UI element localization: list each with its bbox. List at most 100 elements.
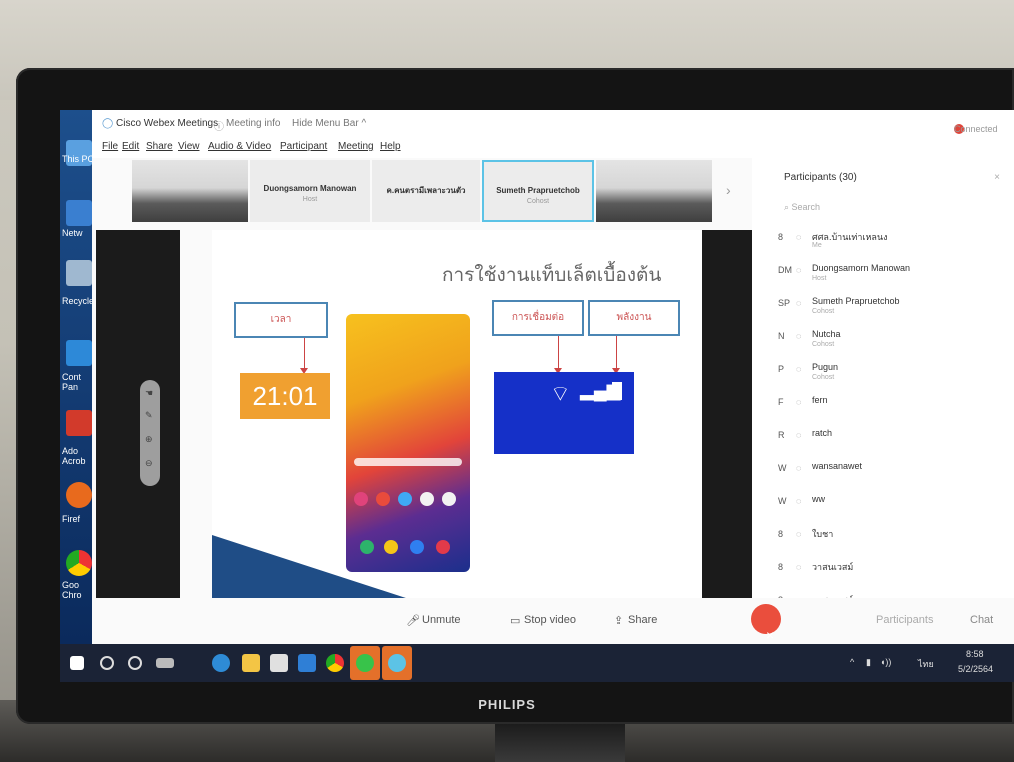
avatar: W — [778, 463, 787, 473]
video-tile-classroom[interactable] — [596, 160, 712, 222]
windows-start-icon[interactable] — [70, 656, 84, 670]
participant-row[interactable]: DM ◌ Duongsamorn Manowan Host — [752, 259, 1014, 291]
chrome-icon[interactable] — [326, 654, 344, 672]
zoom-out-icon[interactable]: ⊖ — [145, 458, 153, 469]
participant-row[interactable]: 8 ◌ ศศล.บ้านเท่าเหลนง Me — [752, 226, 1014, 258]
edge-icon[interactable] — [212, 654, 230, 672]
clock-time[interactable]: 8:58 — [966, 649, 984, 659]
chevron-right-icon[interactable]: › — [726, 182, 731, 198]
participant-row[interactable]: F ◌ fern — [752, 391, 1014, 423]
language-indicator[interactable]: ไทย — [918, 657, 934, 671]
unmute-button[interactable]: Unmute — [422, 614, 461, 626]
share-margin-left — [96, 230, 180, 598]
share-button[interactable]: Share — [628, 614, 657, 626]
camera-icon[interactable]: ▭ — [510, 614, 520, 627]
task-view-icon[interactable] — [156, 658, 174, 668]
chat-button[interactable]: Chat — [970, 614, 993, 626]
arrow-time — [300, 338, 308, 374]
menu-edit[interactable]: Edit — [122, 141, 139, 152]
shared-slide: การใช้งานแท็บเล็ตเบื้องต้น เวลา 21:01 กา… — [212, 230, 702, 598]
participant-role: Cohost — [812, 308, 835, 315]
avatar: SP — [778, 298, 791, 308]
arrow-power — [612, 336, 620, 374]
menu-participant[interactable]: Participant — [280, 141, 327, 152]
meeting-controls: 🎤︎ Unmute ▭ Stop video ⇪ Share × Partici… — [124, 598, 1014, 644]
end-meeting-button[interactable]: × — [751, 604, 781, 643]
title-bar: ◯ Cisco Webex Meetings ⓘ Meeting info Hi… — [92, 110, 1014, 136]
search-icon: ⌕ — [784, 202, 792, 212]
webex-window: ◯ Cisco Webex Meetings ⓘ Meeting info Hi… — [92, 110, 1014, 644]
tile-name: Duongsamorn Manowan — [263, 184, 357, 193]
mic-icon[interactable]: 🎤︎ — [406, 614, 420, 627]
menu-view[interactable]: View — [178, 141, 200, 152]
audio-status-icon: ◌ — [796, 430, 802, 440]
participant-row[interactable]: W ◌ ww — [752, 490, 1014, 522]
participant-row[interactable]: 8 ◌ ใบชา — [752, 523, 1014, 555]
windows-taskbar: ^ ▮ ◖)) ไทย 8:58 5/2/2564 — [60, 644, 1014, 682]
participant-row[interactable]: SP ◌ Sumeth Prapruetchob Cohost — [752, 292, 1014, 324]
audio-status-icon: ◌ — [796, 232, 802, 242]
chrome-icon[interactable] — [66, 550, 92, 576]
audio-status-icon: ◌ — [796, 265, 802, 275]
annotate-icon[interactable]: ✎ — [145, 410, 153, 421]
clock-date[interactable]: 5/2/2564 — [958, 664, 993, 674]
video-tile-user[interactable]: ค.คนตรามีเพลาะวนตัว — [372, 160, 480, 222]
share-icon[interactable]: ⇪ — [614, 614, 623, 627]
menu-share[interactable]: Share — [146, 141, 173, 152]
zoom-in-icon[interactable]: ⊕ — [145, 434, 153, 445]
participants-button[interactable]: Participants — [876, 614, 933, 626]
avatar: 8 — [778, 232, 784, 242]
video-tile-room[interactable] — [132, 160, 248, 222]
status-bar-sample: ⌔ ▂▄▆ — [494, 372, 634, 454]
tray-chevron-icon[interactable]: ^ — [850, 657, 854, 667]
zoom-controls[interactable]: ☚ ✎ ⊕ ⊖ — [140, 380, 160, 486]
monitor-brand: PHILIPS — [478, 697, 536, 712]
participant-name: ศศล.บ้านเท่าเหลนง — [812, 232, 888, 242]
participant-row[interactable]: R ◌ ratch — [752, 424, 1014, 456]
audio-status-icon: ◌ — [796, 463, 802, 473]
store-icon[interactable] — [270, 654, 288, 672]
cortana-icon[interactable] — [128, 656, 142, 670]
file-explorer-icon[interactable] — [242, 654, 260, 672]
app-icon — [376, 492, 390, 506]
close-icon[interactable]: × — [994, 172, 1000, 183]
network-icon[interactable] — [66, 200, 92, 226]
hand-icon[interactable]: ☚ — [145, 388, 153, 399]
recycle-bin-icon[interactable] — [66, 260, 92, 286]
search-icon[interactable] — [100, 656, 114, 670]
hide-menu-bar-link[interactable]: Hide Menu Bar ^ — [292, 118, 366, 129]
app-icon — [442, 492, 456, 506]
control-panel-icon[interactable] — [66, 340, 92, 366]
audio-status-icon: ◌ — [796, 397, 802, 407]
audio-status-icon: ◌ — [796, 364, 802, 374]
speaker-icon[interactable]: ◖)) — [880, 657, 891, 667]
participant-name: wansanawet — [812, 461, 863, 471]
acrobat-icon[interactable] — [66, 410, 92, 436]
mail-icon[interactable] — [298, 654, 316, 672]
label-box-power: พลังงาน — [588, 300, 680, 336]
avatar: W — [778, 496, 787, 506]
avatar: 8 — [778, 529, 784, 539]
video-tile-host[interactable]: Duongsamorn Manowan Host — [250, 160, 370, 222]
participant-row[interactable]: P ◌ Pugun Cohost — [752, 358, 1014, 390]
meeting-info-link[interactable]: Meeting info — [226, 118, 280, 129]
menu-help[interactable]: Help — [380, 141, 401, 152]
info-icon[interactable]: ⓘ — [214, 118, 224, 133]
menu-file[interactable]: File — [102, 141, 118, 152]
participants-search[interactable]: ⌕ Search — [784, 202, 820, 213]
firefox-icon[interactable] — [66, 482, 92, 508]
participant-name: ใบชา — [812, 529, 834, 539]
tile-role: Cohost — [526, 198, 550, 205]
participant-name: ratch — [812, 428, 833, 438]
tile-name: ค.คนตรามีเพลาะวนตัว — [386, 186, 466, 195]
stop-video-button[interactable]: Stop video — [524, 614, 576, 626]
participant-row[interactable]: N ◌ Nutcha Cohost — [752, 325, 1014, 357]
video-tile-cohost[interactable]: Sumeth Prapruetchob Cohost — [482, 160, 594, 222]
participant-row[interactable]: W ◌ wansanawet — [752, 457, 1014, 489]
menu-meeting[interactable]: Meeting — [338, 141, 374, 152]
participant-row[interactable]: 8 ◌ วาสนเวสม์ — [752, 556, 1014, 588]
network-icon[interactable]: ▮ — [866, 657, 871, 668]
monitor-stand — [495, 724, 625, 762]
menu-audio-video[interactable]: Audio & Video — [208, 141, 271, 152]
participant-role: Host — [812, 275, 827, 282]
